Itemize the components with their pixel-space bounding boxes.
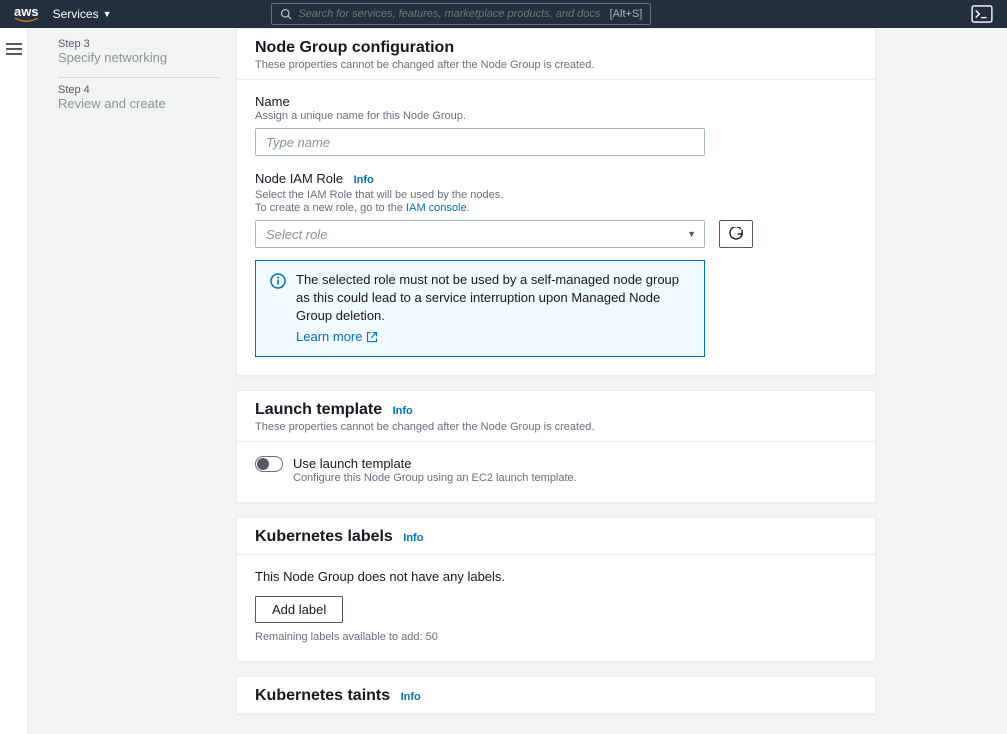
step-4[interactable]: Step 4 Review and create <box>58 77 220 123</box>
panel-description: These properties cannot be changed after… <box>255 421 857 433</box>
remaining-labels-text: Remaining labels available to add: 50 <box>255 631 857 643</box>
iam-info-link[interactable]: Info <box>354 174 374 186</box>
caret-down-icon: ▼ <box>103 9 112 19</box>
panel-title: Kubernetes labels <box>255 528 393 545</box>
cloudshell-icon[interactable] <box>971 5 993 23</box>
refresh-roles-button[interactable] <box>719 220 753 248</box>
menu-icon <box>6 42 22 56</box>
search-container: [Alt+S] <box>271 3 651 25</box>
services-label: Services <box>53 7 99 21</box>
panel-title: Kubernetes taints <box>255 687 390 704</box>
step-title: Specify networking <box>58 50 220 67</box>
iam-role-label: Node IAM Role <box>255 171 343 186</box>
step-number: Step 4 <box>58 84 220 96</box>
step-title: Review and create <box>58 96 220 113</box>
top-navigation: aws Services ▼ [Alt+S] <box>0 0 1007 28</box>
panel-header: Kubernetes taints Info <box>237 677 875 713</box>
toggle-hint: Configure this Node Group using an EC2 l… <box>293 472 577 484</box>
name-input[interactable] <box>255 128 705 156</box>
info-box-text: The selected role must not be used by a … <box>296 272 679 323</box>
step-3[interactable]: Step 3 Specify networking <box>58 38 220 77</box>
panel-header: Kubernetes labels Info <box>237 518 875 555</box>
iam-role-info-box: The selected role must not be used by a … <box>255 260 705 357</box>
labels-info-link[interactable]: Info <box>403 532 423 544</box>
iam-hint-2: To create a new role, go to the IAM cons… <box>255 202 857 214</box>
sidebar-collapse-column <box>0 28 28 734</box>
refresh-icon <box>729 227 743 241</box>
panel-header: Launch template Info These properties ca… <box>237 391 875 442</box>
page-layout: Step 3 Specify networking Step 4 Review … <box>0 28 1007 734</box>
iam-hint-1: Select the IAM Role that will be used by… <box>255 189 857 201</box>
panel-title: Launch template <box>255 401 382 418</box>
search-box[interactable]: [Alt+S] <box>271 3 651 25</box>
search-input[interactable] <box>298 8 603 20</box>
kubernetes-labels-panel: Kubernetes labels Info This Node Group d… <box>236 517 876 662</box>
launch-info-link[interactable]: Info <box>393 405 413 417</box>
aws-logo[interactable]: aws <box>14 5 39 23</box>
learn-more-text: Learn more <box>296 328 362 346</box>
empty-labels-text: This Node Group does not have any labels… <box>255 569 857 584</box>
menu-toggle-button[interactable] <box>6 42 22 56</box>
toggle-label: Use launch template <box>293 456 577 471</box>
use-launch-template-toggle[interactable] <box>255 456 283 472</box>
learn-more-link[interactable]: Learn more <box>296 328 378 346</box>
step-number: Step 3 <box>58 38 220 50</box>
iam-console-link[interactable]: IAM console <box>406 202 467 214</box>
search-shortcut: [Alt+S] <box>610 8 643 20</box>
main-content: Node Group configuration These propertie… <box>236 28 1007 734</box>
iam-hint-prefix: To create a new role, go to the <box>255 202 406 214</box>
external-link-icon <box>366 331 378 343</box>
iam-role-select[interactable]: Select role ▼ <box>255 220 705 248</box>
wizard-steps: Step 3 Specify networking Step 4 Review … <box>28 28 236 734</box>
panel-header: Node Group configuration These propertie… <box>237 29 875 80</box>
taints-info-link[interactable]: Info <box>401 691 421 703</box>
panel-description: These properties cannot be changed after… <box>255 59 857 71</box>
info-icon <box>270 273 286 346</box>
panel-title: Node Group configuration <box>255 39 454 56</box>
node-group-config-panel: Node Group configuration These propertie… <box>236 28 876 376</box>
launch-template-panel: Launch template Info These properties ca… <box>236 390 876 503</box>
select-placeholder: Select role <box>266 227 327 242</box>
iam-hint-suffix: . <box>467 202 470 214</box>
caret-down-icon: ▼ <box>687 229 696 239</box>
name-hint: Assign a unique name for this Node Group… <box>255 110 857 122</box>
kubernetes-taints-panel: Kubernetes taints Info <box>236 676 876 714</box>
search-icon <box>280 8 292 20</box>
name-label: Name <box>255 94 857 109</box>
aws-swoosh <box>14 17 39 23</box>
add-label-button[interactable]: Add label <box>255 596 343 623</box>
services-menu-button[interactable]: Services ▼ <box>53 7 112 21</box>
